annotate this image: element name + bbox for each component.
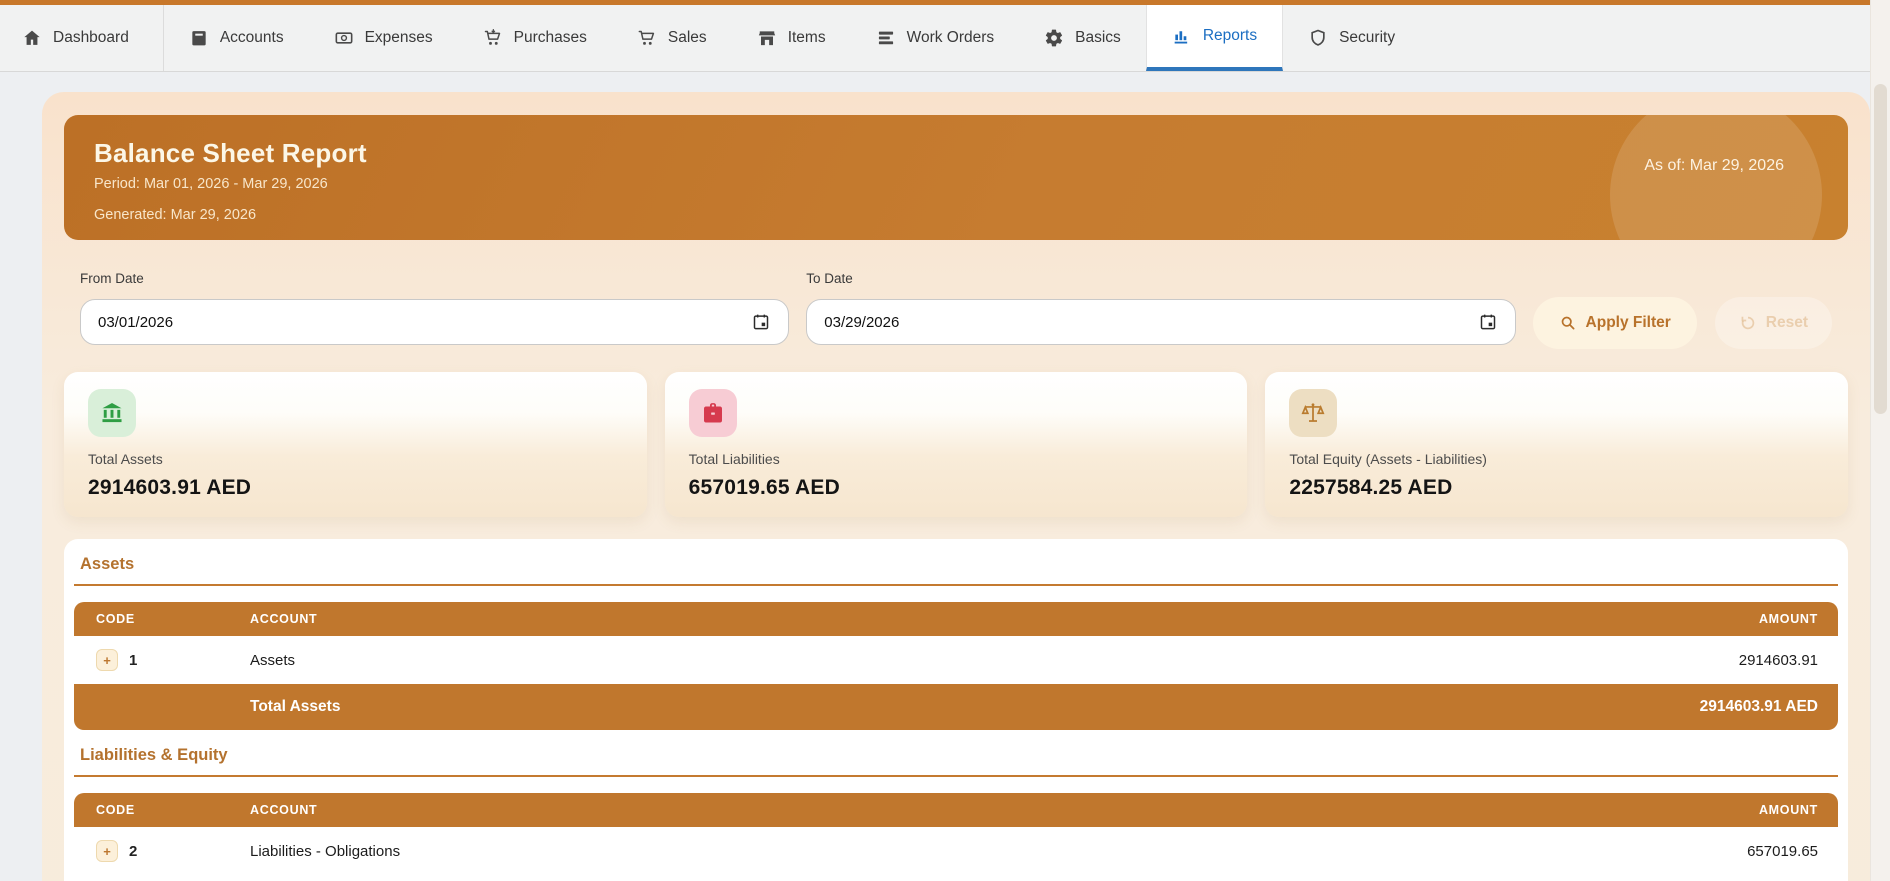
nav-item-purchases[interactable]: Purchases [458, 5, 612, 71]
nav-label: Basics [1075, 29, 1121, 47]
card-label: Total Liabilities [689, 451, 1224, 467]
liabilities-section-title: Liabilities & Equity [74, 746, 1838, 765]
total-assets-card: Total Assets 2914603.91 AED [64, 372, 647, 517]
reset-filter-button[interactable]: Reset [1715, 297, 1832, 349]
total-amount: 2914603.91 AED [1518, 684, 1838, 730]
account-amount: 2914603.91 [1518, 636, 1838, 684]
nav-label: Security [1339, 29, 1395, 47]
calendar-icon[interactable] [1478, 312, 1498, 332]
gear-icon [1044, 28, 1064, 48]
nav-item-reports[interactable]: Reports [1146, 5, 1283, 71]
table-row: + 2 Liabilities - Obligations 657019.65 [74, 827, 1838, 875]
storefront-icon [757, 28, 777, 48]
section-divider [74, 584, 1838, 586]
to-date-input[interactable] [824, 314, 1477, 331]
report-header-banner: Balance Sheet Report Period: Mar 01, 202… [64, 115, 1848, 240]
nav-label: Sales [668, 29, 707, 47]
nav-item-security[interactable]: Security [1283, 5, 1420, 71]
total-label: Total Assets [250, 684, 1518, 730]
column-header-code: CODE [74, 602, 250, 636]
balance-sheet-tables: Assets CODE ACCOUNT AMOUNT + [64, 539, 1848, 881]
decorative-circle [1610, 115, 1822, 240]
nav-label: Expenses [365, 29, 433, 47]
expand-row-button[interactable]: + [96, 649, 118, 671]
total-assets-row: Total Assets 2914603.91 AED [74, 684, 1838, 730]
date-filter-bar: From Date To Date Apply Filter [64, 271, 1848, 345]
card-label: Total Assets [88, 451, 623, 467]
report-generated: Generated: Mar 29, 2026 [94, 207, 1818, 223]
card-value: 2914603.91 AED [88, 476, 623, 500]
assets-table: CODE ACCOUNT AMOUNT + 1 Assets [74, 602, 1838, 730]
to-date-label: To Date [806, 271, 1515, 286]
cart-arrow-down-icon [483, 28, 503, 48]
account-code: 1 [129, 652, 137, 669]
main-navbar: Dashboard Accounts Expenses Purchases Sa… [0, 5, 1890, 72]
report-page-container: Balance Sheet Report Period: Mar 01, 202… [42, 92, 1870, 881]
nav-item-expenses[interactable]: Expenses [309, 5, 458, 71]
to-date-field: To Date [806, 271, 1515, 345]
nav-label: Accounts [220, 29, 284, 47]
section-divider [74, 775, 1838, 777]
column-header-account: ACCOUNT [250, 793, 1518, 827]
scrollbar-thumb[interactable] [1874, 84, 1887, 414]
expand-row-button[interactable]: + [96, 840, 118, 862]
bar-chart-icon [1172, 26, 1192, 46]
nav-label: Purchases [514, 29, 587, 47]
total-liabilities-card: Total Liabilities 657019.65 AED [665, 372, 1248, 517]
from-date-input[interactable] [98, 314, 751, 331]
account-amount: 657019.65 [1518, 827, 1838, 875]
reset-icon [1739, 314, 1757, 332]
banknote-icon [334, 28, 354, 48]
nav-item-items[interactable]: Items [732, 5, 851, 71]
nav-item-accounts[interactable]: Accounts [164, 5, 309, 71]
table-row: + 1 Assets 2914603.91 [74, 636, 1838, 684]
shopping-cart-icon [637, 28, 657, 48]
card-value: 2257584.25 AED [1289, 476, 1824, 500]
archive-box-icon [189, 28, 209, 48]
card-label: Total Equity (Assets - Liabilities) [1289, 451, 1824, 467]
briefcase-icon [689, 389, 737, 437]
apply-filter-button[interactable]: Apply Filter [1533, 297, 1697, 349]
from-date-field: From Date [80, 271, 789, 345]
nav-item-dashboard[interactable]: Dashboard [0, 5, 164, 71]
card-value: 657019.65 AED [689, 476, 1224, 500]
account-name: Liabilities - Obligations [250, 827, 1518, 875]
page-title: Balance Sheet Report [94, 138, 1818, 169]
page-scrollbar[interactable] [1870, 0, 1890, 881]
nav-item-basics[interactable]: Basics [1019, 5, 1146, 71]
nav-label: Dashboard [53, 29, 129, 47]
summary-cards: Total Assets 2914603.91 AED Total Liabil… [64, 372, 1848, 517]
report-as-of: As of: Mar 29, 2026 [1644, 157, 1784, 175]
filter-buttons: Apply Filter Reset [1533, 297, 1832, 349]
from-date-label: From Date [80, 271, 789, 286]
scales-icon [1289, 389, 1337, 437]
column-header-amount: AMOUNT [1518, 793, 1838, 827]
shield-icon [1308, 28, 1328, 48]
nav-label: Work Orders [907, 29, 995, 47]
liabilities-table: CODE ACCOUNT AMOUNT + 2 Liabilities [74, 793, 1838, 875]
search-icon [1559, 314, 1577, 332]
nav-item-sales[interactable]: Sales [612, 5, 732, 71]
nav-item-work-orders[interactable]: Work Orders [851, 5, 1020, 71]
nav-label: Items [788, 29, 826, 47]
account-code: 2 [129, 843, 137, 860]
column-header-account: ACCOUNT [250, 602, 1518, 636]
calendar-icon[interactable] [751, 312, 771, 332]
home-icon [22, 28, 42, 48]
nav-label: Reports [1203, 27, 1257, 45]
column-header-amount: AMOUNT [1518, 602, 1838, 636]
account-name: Assets [250, 636, 1518, 684]
total-equity-card: Total Equity (Assets - Liabilities) 2257… [1265, 372, 1848, 517]
report-period: Period: Mar 01, 2026 - Mar 29, 2026 [94, 176, 1818, 192]
assets-section-title: Assets [74, 555, 1838, 574]
stacked-list-icon [876, 28, 896, 48]
bank-icon [88, 389, 136, 437]
column-header-code: CODE [74, 793, 250, 827]
